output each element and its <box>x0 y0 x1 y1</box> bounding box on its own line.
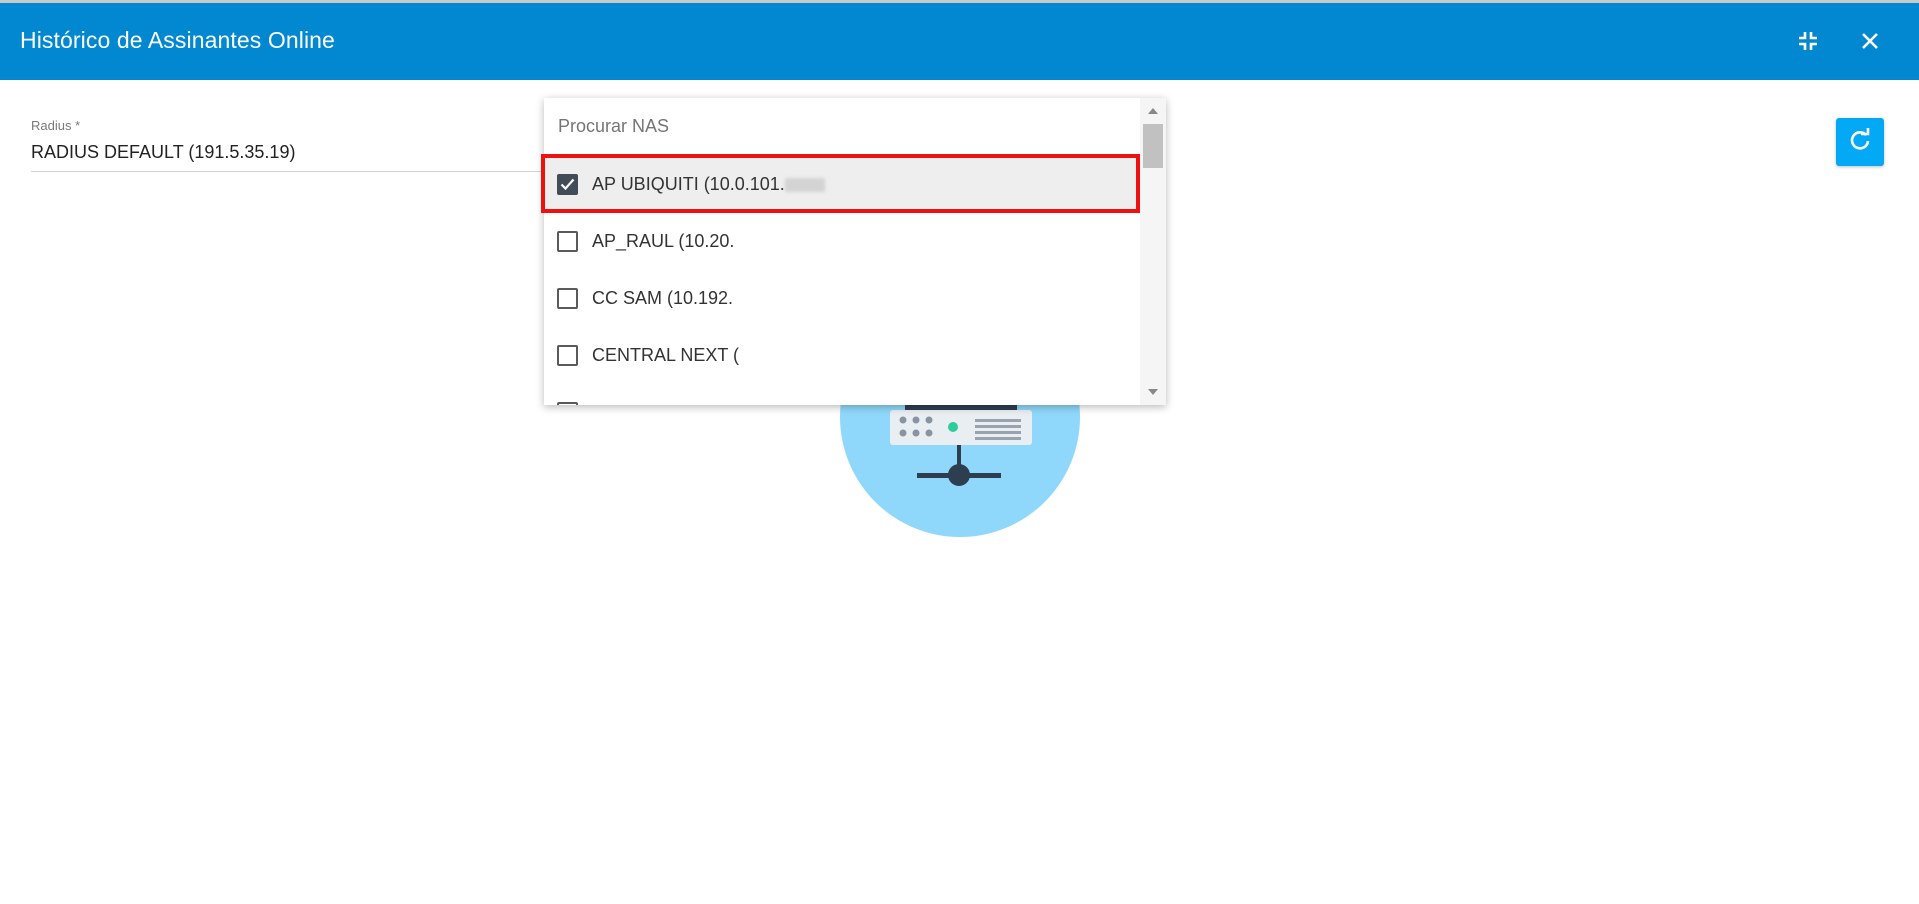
checkbox[interactable] <box>557 288 578 309</box>
scroll-down-icon[interactable] <box>1148 389 1158 395</box>
nas-search-input[interactable] <box>556 112 1120 140</box>
radius-select[interactable]: Radius * RADIUS DEFAULT (191.5.35.19) <box>31 118 551 172</box>
checkbox-checked[interactable] <box>557 174 578 195</box>
nas-option-label: AP UBIQUITI (10.0.101. <box>592 174 825 195</box>
checkbox[interactable] <box>557 345 578 366</box>
nas-option-ap-raul[interactable]: AP_RAUL (10.20. <box>544 213 1140 270</box>
close-icon <box>1860 31 1880 51</box>
collapse-icon <box>1797 30 1819 52</box>
nas-option-partial[interactable] <box>544 384 1140 405</box>
scroll-thumb[interactable] <box>1143 124 1163 168</box>
nas-option-cc-sam[interactable]: CC SAM (10.192. <box>544 270 1140 327</box>
dialog-title: Histórico de Assinantes Online <box>20 27 335 53</box>
checkbox[interactable] <box>557 231 578 252</box>
radius-value[interactable]: RADIUS DEFAULT (191.5.35.19) <box>31 142 551 172</box>
nas-option-ap-ubiquiti[interactable]: AP UBIQUITI (10.0.101. <box>544 156 1140 213</box>
dialog-header: Histórico de Assinantes Online <box>0 3 1919 80</box>
refresh-button[interactable] <box>1836 118 1884 166</box>
checkbox[interactable] <box>557 402 578 405</box>
radius-label: Radius * <box>31 118 81 133</box>
nas-search <box>544 98 1140 154</box>
dropdown-scrollbar[interactable] <box>1140 98 1166 405</box>
scroll-up-icon[interactable] <box>1148 108 1158 114</box>
nas-option-label: CENTRAL NEXT ( <box>592 345 740 365</box>
nas-option-label: CC SAM (10.192. <box>592 288 734 308</box>
checkmark-icon <box>560 178 575 191</box>
nas-option-central-next[interactable]: CENTRAL NEXT ( <box>544 327 1140 384</box>
refresh-icon <box>1848 127 1872 157</box>
minimize-button[interactable] <box>1790 23 1826 59</box>
nas-option-label: AP_RAUL (10.20. <box>592 231 735 251</box>
nas-dropdown: AP UBIQUITI (10.0.101. AP_RAUL (10.20. C… <box>544 98 1166 405</box>
close-button[interactable] <box>1852 23 1888 59</box>
